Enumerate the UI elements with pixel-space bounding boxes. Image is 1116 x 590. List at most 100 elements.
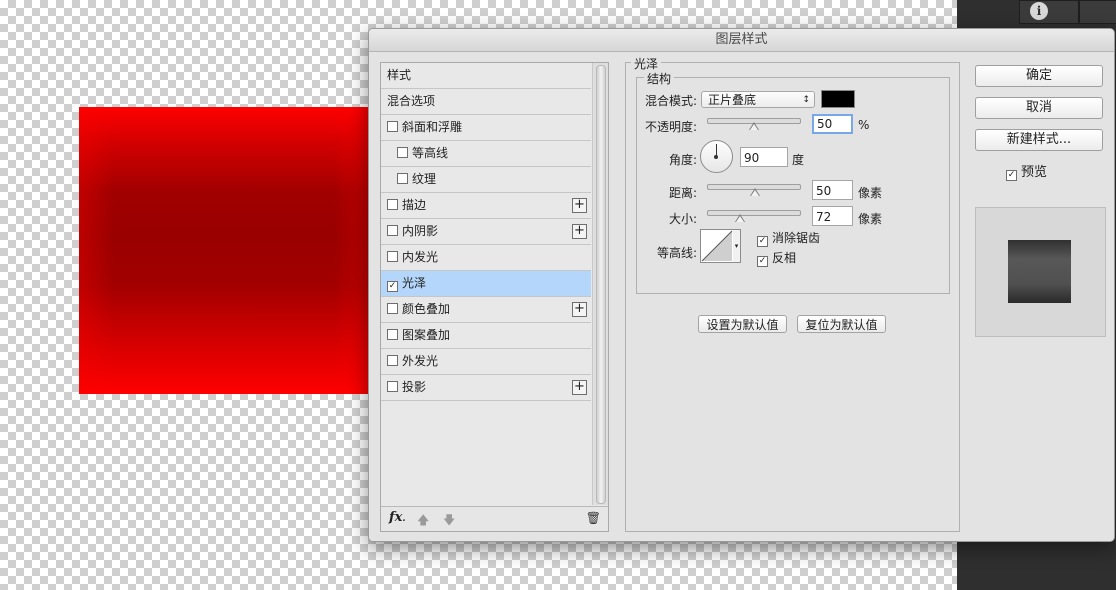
contour-dropdown-icon[interactable]: ▾ [733,229,741,263]
anti-alias-check-box[interactable]: ✓ [757,236,768,247]
style-checkbox[interactable] [387,251,398,262]
angle-center-dot [714,155,718,159]
style-list-item[interactable]: 样式 [381,63,591,89]
panel-cell [1079,0,1116,24]
contour-curve-icon [701,230,733,262]
style-list-item[interactable]: 等高线 [381,141,591,167]
distance-input[interactable]: 50 [812,180,853,200]
opacity-slider-thumb[interactable] [749,122,759,130]
preview-box [975,207,1106,337]
style-checkbox[interactable] [397,147,408,158]
distance-unit: 像素 [858,186,883,200]
style-list-item[interactable]: 描边 + [381,193,591,219]
preview-check-box[interactable]: ✓ [1006,170,1017,181]
move-up-icon[interactable]: 🡅 [417,511,429,532]
style-label: 图案叠加 [402,328,451,342]
style-label: 纹理 [412,172,437,186]
scrollbar[interactable] [592,63,608,505]
style-checkbox[interactable] [387,199,398,210]
new-style-button[interactable]: 新建样式... [975,129,1103,151]
invert-checkbox[interactable]: ✓ 反相 [757,249,796,267]
contour-picker[interactable] [700,229,734,263]
size-label: 大小: [669,212,698,226]
style-label: 颜色叠加 [402,302,451,316]
structure-title: 结构 [644,70,675,87]
satin-settings-group: 光泽 结构 混合模式: 正片叠底 ↕ 不透明度: 50 % 角度: 90 度 距… [625,55,960,532]
add-icon[interactable]: + [572,302,587,317]
style-list-item[interactable]: 投影 + [381,375,591,401]
preview-swatch [1008,240,1071,303]
opacity-label: 不透明度: [645,120,698,134]
size-input[interactable]: 72 [812,206,853,226]
style-label: 等高线 [412,146,449,160]
structure-group: 结构 混合模式: 正片叠底 ↕ 不透明度: 50 % 角度: 90 度 距离: … [636,70,950,294]
style-checkbox[interactable]: ✓ [387,281,398,292]
layer-style-dialog: 图层样式 样式混合选项斜面和浮雕等高线纹理描边 + 内阴影 + 内发光 ✓ 光泽颜色叠加 + 图… [368,28,1115,542]
add-icon[interactable]: + [572,224,587,239]
info-icon[interactable]: i [1030,2,1048,20]
style-label: 外发光 [402,354,439,368]
style-label: 投影 [402,380,427,394]
distance-label: 距离: [669,186,698,200]
style-list-item[interactable]: 内发光 [381,245,591,271]
angle-input[interactable]: 90 [740,147,788,167]
blend-mode-select[interactable]: 正片叠底 ↕ [701,91,815,108]
size-slider-thumb[interactable] [735,214,745,222]
style-list-item[interactable]: 图案叠加 [381,323,591,349]
opacity-slider[interactable] [707,118,801,130]
blend-color-swatch[interactable] [821,90,855,108]
dialog-body: 样式混合选项斜面和浮雕等高线纹理描边 + 内阴影 + 内发光 ✓ 光泽颜色叠加 + 图案叠加外发… [369,52,1114,541]
make-default-button[interactable]: 设置为默认值 [698,315,787,333]
trash-icon[interactable]: 🗑 [586,511,601,525]
style-label: 内发光 [402,250,439,264]
style-list-item[interactable]: 内阴影 + [381,219,591,245]
opacity-unit: % [858,118,870,132]
styles-list: 样式混合选项斜面和浮雕等高线纹理描边 + 内阴影 + 内发光 ✓ 光泽颜色叠加 + 图案叠加外发… [381,63,591,401]
style-list-item[interactable]: 外发光 [381,349,591,375]
select-arrows-icon: ↕ [802,95,810,105]
style-list-item[interactable]: 颜色叠加 + [381,297,591,323]
style-list-item[interactable]: 纹理 [381,167,591,193]
style-label: 光泽 [402,276,427,290]
move-down-icon[interactable]: 🡇 [443,511,455,532]
panel-cell [1019,0,1079,24]
reset-default-button[interactable]: 复位为默认值 [797,315,886,333]
angle-dial[interactable] [700,140,733,173]
style-label: 样式 [387,68,412,82]
angle-unit: 度 [792,153,805,167]
style-list-item[interactable]: ✓ 光泽 [381,271,591,297]
add-icon[interactable]: + [572,380,587,395]
fx-button[interactable]: fx. [389,510,405,525]
distance-slider-thumb[interactable] [750,188,760,196]
opacity-input[interactable]: 50 [812,114,853,134]
style-label: 内阴影 [402,224,439,238]
style-checkbox[interactable] [397,173,408,184]
canvas-red-layer [79,107,369,394]
style-list-item[interactable]: 混合选项 [381,89,591,115]
style-checkbox[interactable] [387,381,398,392]
dialog-title: 图层样式 [369,29,1114,52]
scrollbar-thumb[interactable] [596,65,606,504]
contour-label: 等高线: [657,246,698,260]
style-label: 混合选项 [387,94,436,108]
style-label: 斜面和浮雕 [402,120,463,134]
styles-list-footer: fx. 🡅 🡇 🗑 [381,506,608,531]
styles-list-panel: 样式混合选项斜面和浮雕等高线纹理描边 + 内阴影 + 内发光 ✓ 光泽颜色叠加 + 图案叠加外发… [380,62,609,532]
anti-alias-checkbox[interactable]: ✓ 消除锯齿 [757,229,820,247]
invert-check-box[interactable]: ✓ [757,256,768,267]
style-label: 描边 [402,198,427,212]
style-checkbox[interactable] [387,355,398,366]
style-checkbox[interactable] [387,225,398,236]
size-unit: 像素 [858,212,883,226]
style-checkbox[interactable] [387,329,398,340]
style-checkbox[interactable] [387,303,398,314]
add-icon[interactable]: + [572,198,587,213]
style-checkbox[interactable] [387,121,398,132]
preview-checkbox[interactable]: ✓ 预览 [1006,161,1047,181]
style-list-item[interactable]: 斜面和浮雕 [381,115,591,141]
ok-button[interactable]: 确定 [975,65,1103,87]
cancel-button[interactable]: 取消 [975,97,1103,119]
distance-slider[interactable] [707,184,801,196]
angle-label: 角度: [669,153,698,167]
size-slider[interactable] [707,210,801,222]
